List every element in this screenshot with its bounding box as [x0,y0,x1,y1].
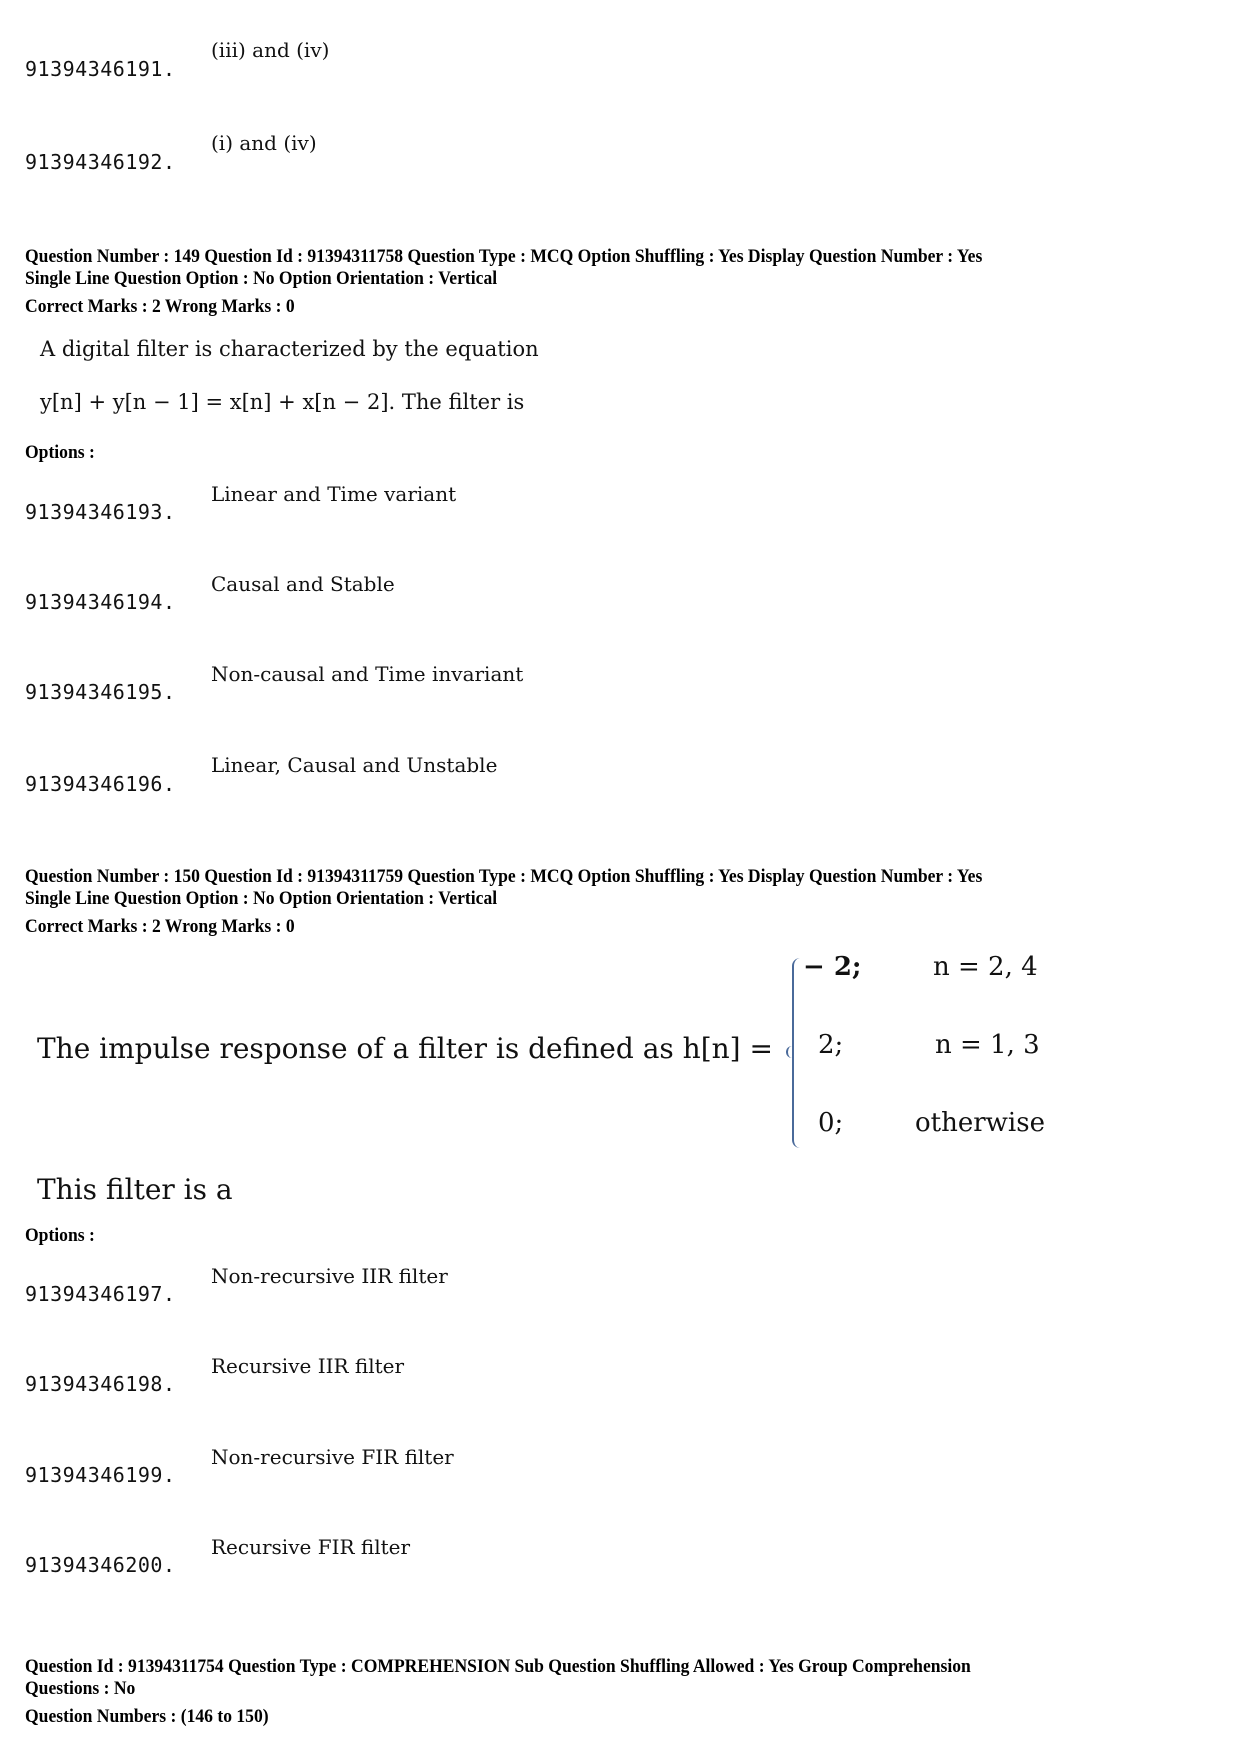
question-text-line2: y[n] + y[n − 1] = x[n] + x[n − 2]. The f… [40,390,525,414]
option-id: 91394346200. [25,1553,176,1577]
option-id: 91394346192. [25,150,176,174]
question-text-line1: A digital filter is characterized by the… [40,337,539,361]
option-text: Linear, Causal and Unstable [211,753,498,777]
comprehension-meta-line1: Question Id : 91394311754 Question Type … [25,1657,971,1677]
option-text: Causal and Stable [211,572,395,596]
option-id: 91394346196. [25,772,176,796]
option-text: (i) and (iv) [211,131,317,155]
options-label: Options : [25,443,95,463]
question-text-prefix: The impulse response of a filter is defi… [37,1032,773,1065]
question-meta-line2: Single Line Question Option : No Option … [25,269,498,289]
option-text: Non-recursive IIR filter [211,1264,448,1288]
option-id: 91394346198. [25,1372,176,1396]
piecewise-condition: otherwise [915,1108,1045,1138]
option-text: Recursive FIR filter [211,1535,411,1559]
option-text: Non-causal and Time invariant [211,662,524,686]
options-label: Options : [25,1226,95,1246]
option-text: Linear and Time variant [211,482,457,506]
piecewise-condition: n = 1, 3 [935,1030,1040,1060]
question-text-line2: This filter is a [37,1173,233,1206]
option-id: 91394346195. [25,680,176,704]
question-marks: Correct Marks : 2 Wrong Marks : 0 [25,917,295,937]
comprehension-question-numbers: Question Numbers : (146 to 150) [25,1707,269,1727]
option-id: 91394346191. [25,57,176,81]
option-text: Non-recursive FIR filter [211,1445,454,1469]
question-meta-line1: Question Number : 149 Question Id : 9139… [25,247,983,267]
option-id: 91394346197. [25,1282,176,1306]
piecewise-condition: n = 2, 4 [933,952,1038,982]
piecewise-value: 2; [818,1030,844,1060]
question-marks: Correct Marks : 2 Wrong Marks : 0 [25,297,295,317]
option-text: (iii) and (iv) [211,38,330,62]
comprehension-meta-line2: Questions : No [25,1679,136,1699]
option-id: 91394346193. [25,500,176,524]
option-id: 91394346199. [25,1463,176,1487]
question-meta-line1: Question Number : 150 Question Id : 9139… [25,867,983,887]
piecewise-brace [786,958,804,1148]
piecewise-value: − 2; [803,952,862,982]
piecewise-value: 0; [818,1108,844,1138]
question-meta-line2: Single Line Question Option : No Option … [25,889,498,909]
option-id: 91394346194. [25,590,176,614]
option-text: Recursive IIR filter [211,1354,405,1378]
